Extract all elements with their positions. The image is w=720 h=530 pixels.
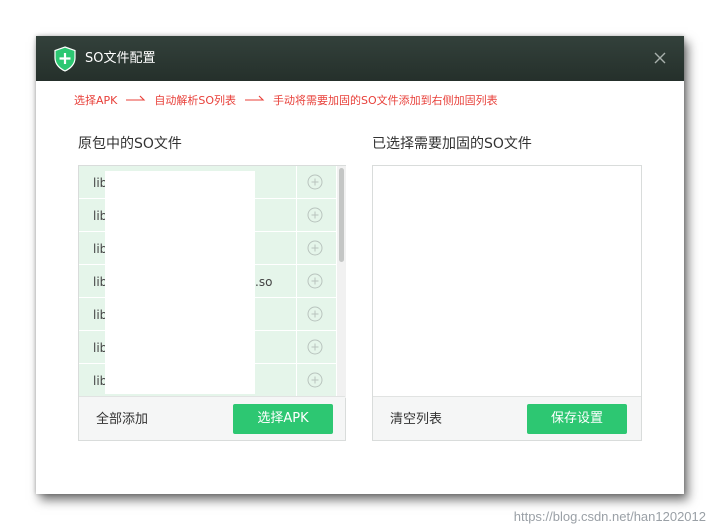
close-icon[interactable] [652, 50, 668, 66]
add-circle-icon[interactable] [307, 273, 323, 289]
so-config-dialog: SO文件配置 选择APK 自动解析SO列表 手动将需要加固的SO文件添加到右侧加… [36, 36, 684, 494]
scrollbar-thumb[interactable] [339, 168, 344, 262]
row-divider [296, 166, 297, 198]
select-apk-button[interactable]: 选择APK [233, 404, 333, 434]
dialog-title: SO文件配置 [85, 51, 156, 66]
redacted-region [105, 171, 255, 394]
clear-list-button[interactable]: 清空列表 [390, 411, 442, 429]
arrow-right-icon [125, 95, 146, 101]
row-divider [296, 265, 297, 297]
row-divider [296, 331, 297, 363]
shield-icon [54, 46, 76, 72]
add-circle-icon[interactable] [307, 207, 323, 223]
add-circle-icon[interactable] [307, 339, 323, 355]
save-settings-button[interactable]: 保存设置 [527, 404, 627, 434]
right-panel-footer: 清空列表 保存设置 [373, 396, 641, 440]
selected-so-panel: 清空列表 保存设置 [372, 165, 642, 441]
step-guide: 选择APK 自动解析SO列表 手动将需要加固的SO文件添加到右侧加固列表 [74, 93, 498, 109]
step-select-apk: 选择APK [74, 94, 118, 107]
left-panel-title: 原包中的SO文件 [78, 136, 182, 152]
add-circle-icon[interactable] [307, 174, 323, 190]
row-divider [296, 364, 297, 396]
add-circle-icon[interactable] [307, 372, 323, 388]
row-divider [296, 232, 297, 264]
add-all-button[interactable]: 全部添加 [96, 411, 148, 429]
original-so-panel: lib lib lib lib .so lib lib lib 全部添加 选择A… [78, 165, 346, 441]
step-manual-add: 手动将需要加固的SO文件添加到右侧加固列表 [273, 94, 498, 107]
right-panel-title: 已选择需要加固的SO文件 [372, 136, 532, 152]
step-auto-parse: 自动解析SO列表 [154, 94, 237, 107]
watermark: https://blog.csdn.net/han1202012 [513, 509, 706, 524]
so-file-extension: .so [255, 275, 273, 289]
arrow-right-icon [244, 95, 264, 101]
row-divider [296, 199, 297, 231]
list-scrollbar[interactable] [337, 166, 346, 398]
left-panel-footer: 全部添加 选择APK [79, 396, 345, 440]
so-file-list[interactable]: lib lib lib lib .so lib lib lib [79, 166, 336, 398]
row-divider [296, 298, 297, 330]
title-bar[interactable]: SO文件配置 [36, 36, 684, 81]
selected-so-list[interactable] [373, 166, 641, 398]
add-circle-icon[interactable] [307, 240, 323, 256]
add-circle-icon[interactable] [307, 306, 323, 322]
